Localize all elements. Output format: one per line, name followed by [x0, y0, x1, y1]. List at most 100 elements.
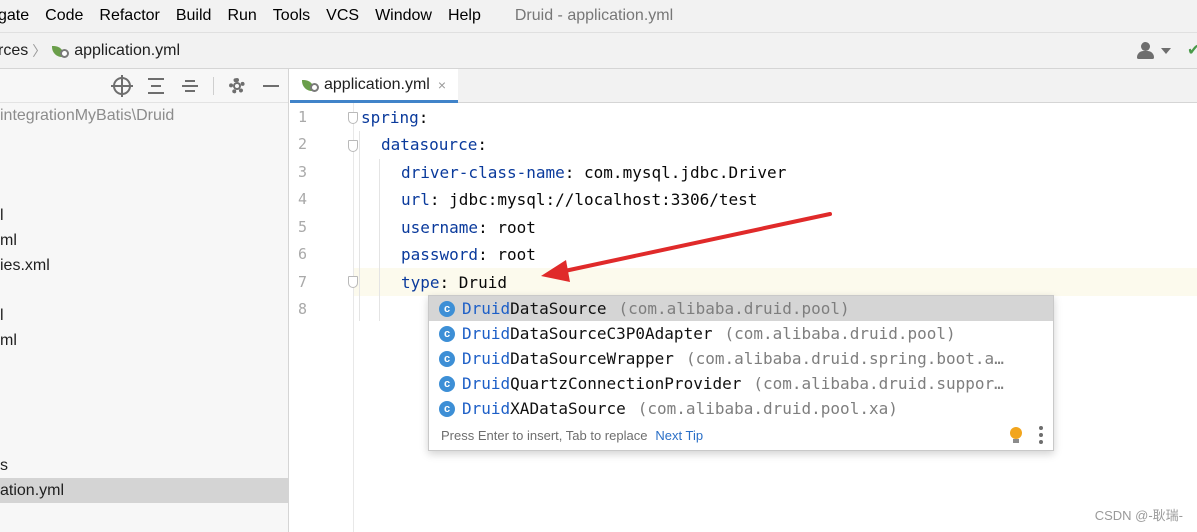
- completion-match: Druid: [462, 324, 511, 343]
- yaml-key: type: [401, 273, 440, 292]
- lightbulb-icon[interactable]: [1009, 427, 1023, 444]
- yaml-key: driver-class-name: [401, 163, 565, 182]
- menu-help[interactable]: Help: [448, 7, 481, 25]
- next-tip-link[interactable]: Next Tip: [655, 428, 703, 443]
- completion-item[interactable]: c Druid XADataSource (com.alibaba.druid.p…: [429, 396, 1053, 421]
- yaml-file-icon: [52, 44, 70, 58]
- breadcrumb-parent[interactable]: rces: [0, 42, 28, 60]
- completion-package: (com.alibaba.druid.suppor…: [753, 374, 1004, 393]
- completion-item[interactable]: c Druid DataSourceC3P0Adapter (com.alibab…: [429, 321, 1053, 346]
- tree-row[interactable]: l: [0, 303, 289, 328]
- minimize-icon[interactable]: [260, 75, 282, 97]
- completion-item[interactable]: c Druid QuartzConnectionProvider (com.ali…: [429, 371, 1053, 396]
- toolbar-divider: [213, 76, 214, 95]
- menu-run[interactable]: Run: [227, 7, 256, 25]
- tree-row[interactable]: integrationMyBatis\Druid: [0, 103, 289, 128]
- completion-match: Druid: [462, 349, 511, 368]
- line-number: 7: [298, 273, 308, 291]
- collapse-all-icon[interactable]: [179, 75, 201, 97]
- locate-target-icon[interactable]: [111, 74, 133, 97]
- line-number: 1: [298, 108, 308, 126]
- breadcrumb: rces 〉 application.yml: [0, 41, 180, 61]
- editor-tab-bar: application.yml ×: [290, 69, 1197, 103]
- line-number: 6: [298, 245, 308, 263]
- yaml-separator: :: [564, 163, 585, 182]
- menu-bar: gate Code Refactor Build Run Tools VCS W…: [0, 0, 1197, 32]
- yaml-separator: :: [477, 135, 487, 154]
- completion-name: DataSource: [510, 299, 607, 318]
- yaml-file-icon: [302, 78, 319, 92]
- menu-code[interactable]: Code: [45, 7, 83, 25]
- completion-package: (com.alibaba.druid.pool): [618, 299, 850, 318]
- yaml-value: jdbc:mysql://localhost:3306/test: [449, 190, 758, 209]
- breadcrumb-file[interactable]: application.yml: [74, 42, 180, 60]
- class-icon: c: [439, 350, 455, 367]
- more-options-icon[interactable]: [1039, 426, 1043, 444]
- yaml-key: spring: [361, 108, 419, 127]
- user-icon[interactable]: [1135, 42, 1157, 60]
- yaml-key: datasource: [381, 135, 478, 154]
- yaml-separator: :: [418, 108, 429, 127]
- menu-vcs[interactable]: VCS: [326, 7, 359, 25]
- yaml-separator: :: [478, 218, 498, 237]
- expand-all-icon[interactable]: [145, 75, 167, 97]
- class-icon: c: [439, 375, 455, 392]
- tab-label: application.yml: [324, 75, 430, 93]
- code-line: password: root: [401, 241, 536, 268]
- yaml-separator: :: [439, 273, 459, 292]
- completion-name: QuartzConnectionProvider: [510, 374, 742, 393]
- gear-icon[interactable]: [226, 75, 248, 97]
- completion-package: (com.alibaba.druid.spring.boot.a…: [685, 349, 1004, 368]
- project-panel: integrationMyBatis\Druid l ml ies.xml l …: [0, 69, 289, 532]
- menu-build[interactable]: Build: [176, 7, 212, 25]
- yaml-separator: :: [478, 245, 498, 264]
- completion-match: Druid: [462, 374, 511, 393]
- line-number: 8: [298, 300, 308, 318]
- indent-guide: [379, 159, 380, 321]
- vcs-check-icon[interactable]: ✔: [1187, 43, 1197, 59]
- completion-name: DataSourceC3P0Adapter: [510, 324, 713, 343]
- completion-package: (com.alibaba.druid.pool): [724, 324, 956, 343]
- yaml-value: com.mysql.jdbc.Driver: [584, 163, 787, 182]
- yaml-key: username: [401, 218, 479, 237]
- yaml-value: root: [497, 245, 536, 264]
- tree-row[interactable]: ml: [0, 228, 289, 253]
- tree-row[interactable]: s: [0, 453, 289, 478]
- watermark: CSDN @-耿瑞-: [1094, 508, 1183, 523]
- breadcrumb-separator: 〉: [32, 42, 47, 59]
- menu-navigate[interactable]: gate: [0, 7, 29, 25]
- chevron-down-icon[interactable]: [1161, 48, 1171, 54]
- tab-application-yml[interactable]: application.yml ×: [290, 69, 459, 103]
- navigation-bar: rces 〉 application.yml ✔: [0, 32, 1197, 69]
- completion-match: Druid: [462, 399, 511, 418]
- yaml-key: password: [401, 245, 479, 264]
- code-line-current: type: Druid: [401, 269, 507, 296]
- code-line: driver-class-name: com.mysql.jdbc.Driver: [401, 159, 786, 186]
- completion-item[interactable]: c Druid DataSource (com.alibaba.druid.poo…: [429, 296, 1053, 321]
- menu-tools[interactable]: Tools: [273, 7, 310, 25]
- close-icon[interactable]: ×: [438, 77, 446, 93]
- tree-row[interactable]: ml: [0, 328, 289, 353]
- code-line: spring:: [361, 104, 428, 131]
- completion-name: XADataSource: [510, 399, 626, 418]
- yaml-value: root: [497, 218, 536, 237]
- editor-gutter: 1 2 3 4 5 6 7 8: [290, 103, 358, 532]
- tree-row[interactable]: l: [0, 203, 289, 228]
- tree-row[interactable]: ies.xml: [0, 253, 289, 278]
- code-line: url: jdbc:mysql://localhost:3306/test: [401, 186, 757, 213]
- completion-name: DataSourceWrapper: [510, 349, 674, 368]
- tree-row-selected[interactable]: ation.yml: [0, 478, 289, 503]
- line-number: 2: [298, 135, 308, 153]
- class-icon: c: [439, 325, 455, 342]
- completion-match: Druid: [462, 299, 511, 318]
- completion-hint: Press Enter to insert, Tab to replace: [441, 427, 648, 443]
- class-icon: c: [439, 300, 455, 317]
- line-number: 3: [298, 163, 308, 181]
- menu-window[interactable]: Window: [375, 7, 432, 25]
- completion-footer: Press Enter to insert, Tab to replace Ne…: [429, 420, 1053, 450]
- yaml-value: Druid: [458, 273, 507, 292]
- menu-refactor[interactable]: Refactor: [99, 7, 159, 25]
- class-icon: c: [439, 400, 455, 417]
- completion-item[interactable]: c Druid DataSourceWrapper (com.alibaba.dr…: [429, 346, 1053, 371]
- indent-guide: [359, 131, 360, 321]
